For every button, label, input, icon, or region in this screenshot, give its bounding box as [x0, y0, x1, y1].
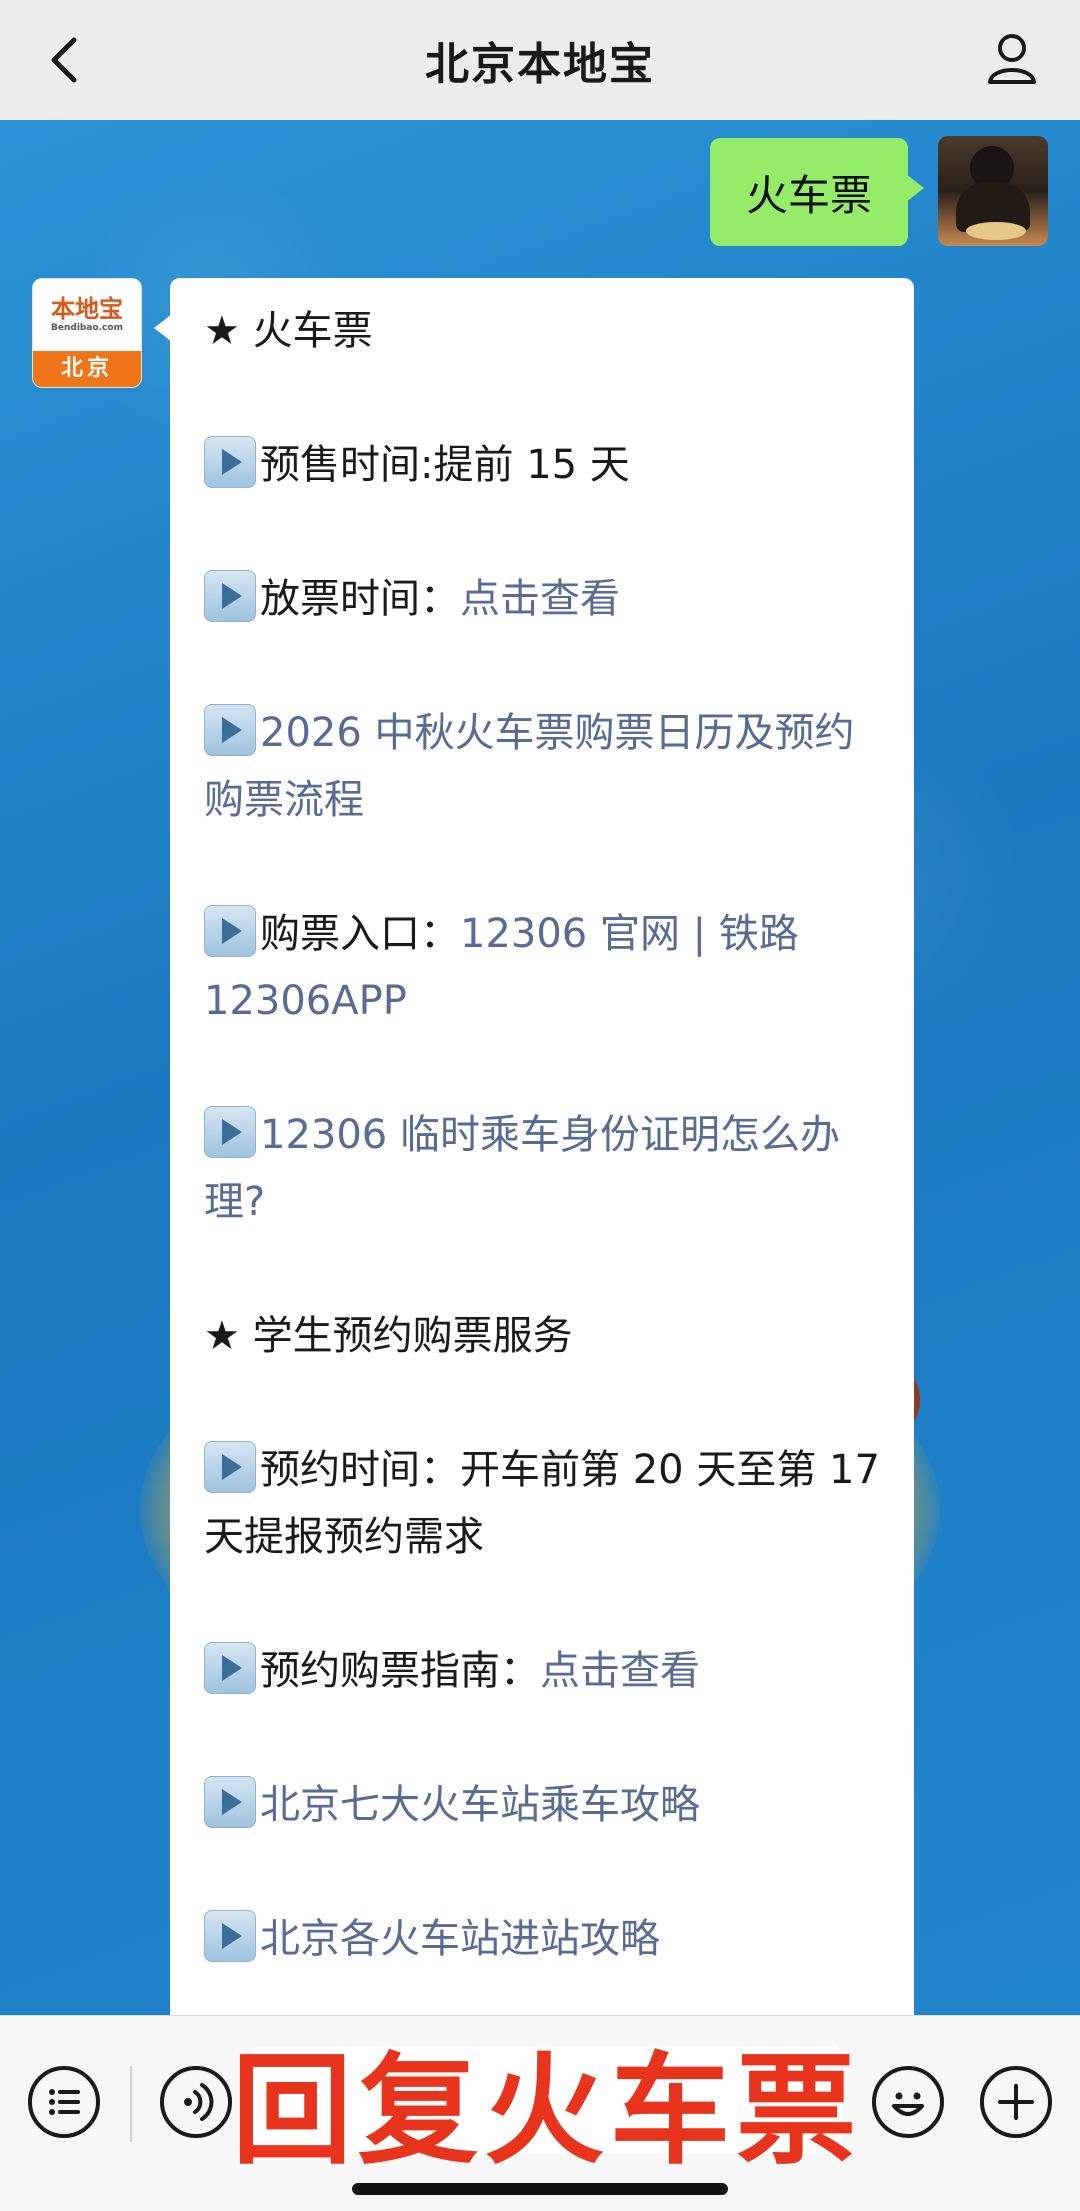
list-item: 购票入口：12306 官网 | 铁路 12306APP — [204, 901, 880, 1035]
page-title: 北京本地宝 — [425, 39, 655, 90]
play-icon — [204, 436, 256, 488]
bot-avatar[interactable]: 本地宝 Bendibao.com 北京 — [32, 278, 142, 388]
play-icon — [204, 704, 256, 756]
user-avatar[interactable] — [938, 136, 1048, 246]
play-icon — [204, 1642, 256, 1694]
voice-icon — [184, 2083, 214, 2121]
chevron-left-icon — [51, 37, 77, 83]
home-indicator — [352, 2183, 728, 2195]
plus-button[interactable] — [980, 2066, 1052, 2138]
list-item: 北京各火车站进站攻略 — [204, 1906, 880, 1973]
user-icon — [988, 34, 1036, 84]
play-icon — [204, 570, 256, 622]
voice-button[interactable] — [160, 2066, 232, 2138]
top-navigation-bar: 北京本地宝 — [0, 0, 1080, 120]
divider — [130, 2066, 132, 2142]
play-icon — [204, 1776, 256, 1828]
bot-logo-city: 北京 — [33, 351, 141, 387]
profile-button[interactable] — [980, 26, 1044, 90]
bot-logo-domain: Bendibao.com — [51, 323, 123, 333]
reply-hint-overlay: 回复火车票 — [232, 2042, 862, 2181]
list-item: 预约购票指南：点击查看 — [204, 1638, 880, 1705]
bottom-input-bar: 回复火车票 — [0, 2015, 1080, 2211]
list-item: 2026 中秋火车票购票日历及预约购票流程 — [204, 700, 880, 834]
booking-guide-link[interactable]: 点击查看 — [540, 1648, 700, 1694]
emoji-icon — [892, 2092, 924, 2116]
message-input[interactable]: 回复火车票 — [232, 2042, 856, 2181]
list-item: 放票时间：点击查看 — [204, 566, 880, 633]
play-icon — [204, 1106, 256, 1158]
emoji-button[interactable] — [872, 2066, 944, 2138]
mid-autumn-ticket-calendar-link[interactable]: 2026 中秋火车票购票日历及预约购票流程 — [204, 710, 855, 823]
section-heading: ★ 学生预约购票服务 — [204, 1313, 573, 1359]
menu-button[interactable] — [28, 2066, 100, 2138]
list-item: 12306 临时乘车身份证明怎么办理? — [204, 1102, 880, 1236]
bot-message-bubble: ★ 火车票 预售时间:提前 15 天 放票时间：点击查看 2026 中秋火车票购… — [154, 278, 914, 2078]
back-button[interactable] — [36, 30, 96, 90]
bot-logo-text: 本地宝 — [51, 294, 123, 323]
list-menu-icon — [49, 2089, 80, 2115]
play-icon — [204, 1441, 256, 1493]
view-link[interactable]: 点击查看 — [460, 576, 620, 622]
plus-icon — [998, 2084, 1034, 2120]
user-message-bubble[interactable]: 火车票 — [709, 138, 925, 246]
stations-guide-link[interactable]: 北京七大火车站乘车攻略 — [260, 1782, 700, 1828]
list-item: 预约时间：开车前第 20 天至第 17 天提报预约需求 — [204, 1437, 880, 1571]
section-heading: ★ 火车票 — [204, 308, 373, 354]
play-icon — [204, 1910, 256, 1962]
station-entry-guide-link[interactable]: 北京各火车站进站攻略 — [260, 1916, 660, 1962]
list-item: 北京七大火车站乘车攻略 — [204, 1772, 880, 1839]
play-icon — [204, 905, 256, 957]
list-item: 预售时间:提前 15 天 — [204, 432, 880, 499]
temporary-id-link[interactable]: 12306 临时乘车身份证明怎么办理? — [204, 1112, 840, 1225]
